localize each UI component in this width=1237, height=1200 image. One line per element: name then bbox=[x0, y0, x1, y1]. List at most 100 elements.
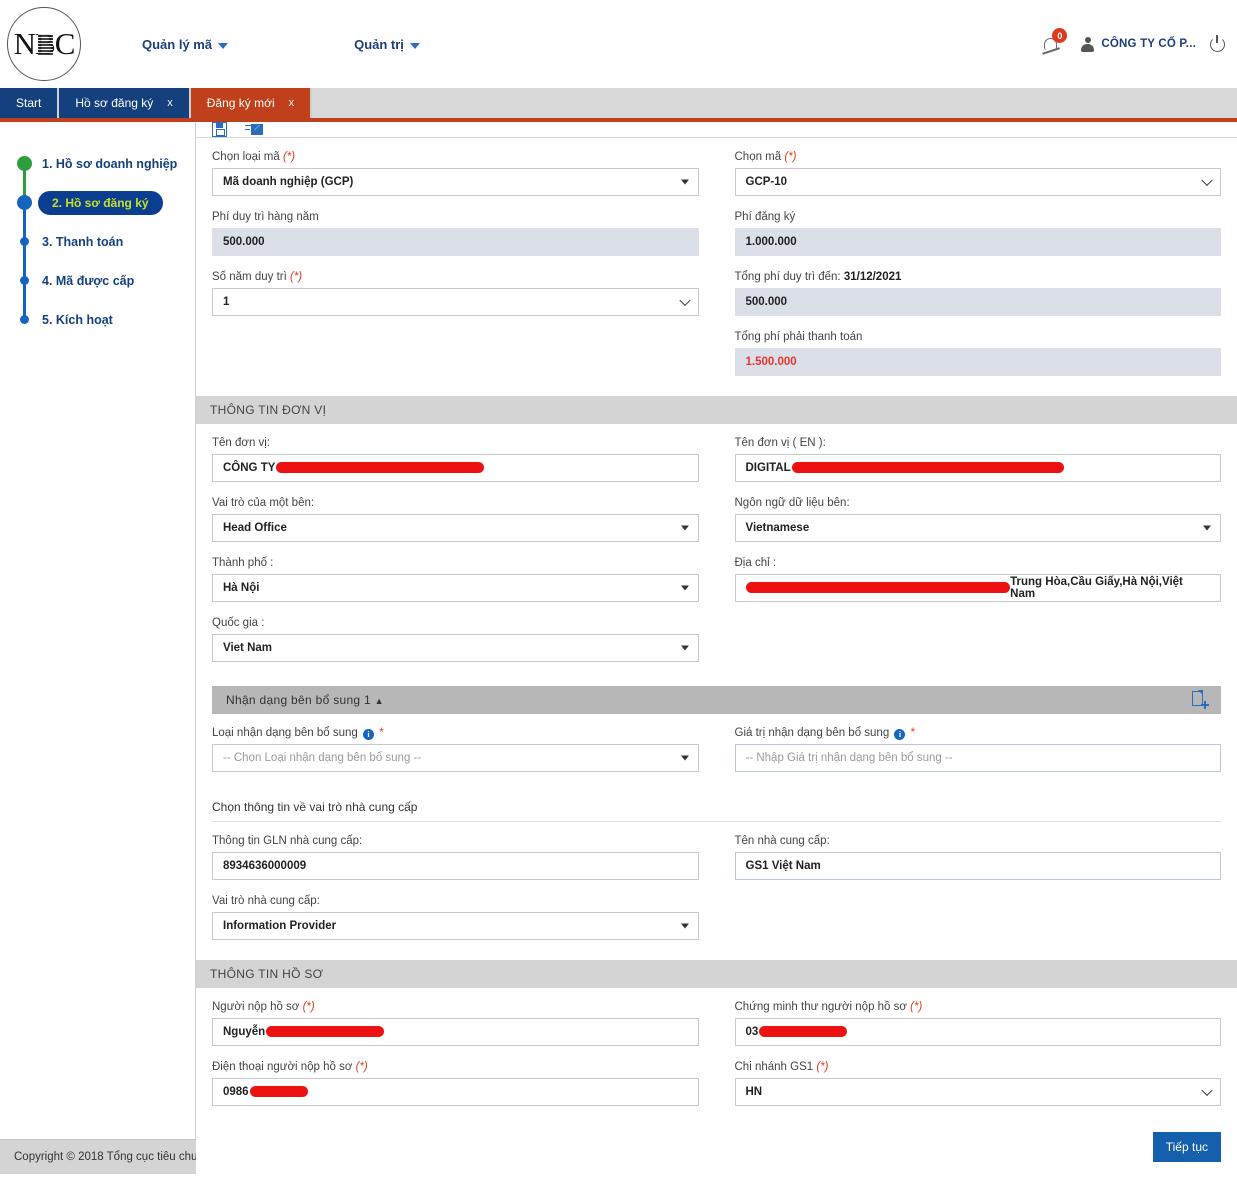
sidebar-step-5[interactable]: 5. Kích hoạt bbox=[0, 300, 195, 339]
main-area: 1. Hồ sơ doanh nghiệp 2. Hồ sơ đăng ký 3… bbox=[0, 122, 1237, 1176]
years-select[interactable]: 1 bbox=[212, 288, 699, 316]
select-value: GCP-10 bbox=[745, 176, 788, 188]
nav-item-quan-ly-ma[interactable]: Quản lý mã bbox=[134, 33, 236, 56]
field-registration-fee: Phí đăng ký 1.000.000 bbox=[734, 210, 1221, 256]
tab-dang-ky-moi[interactable]: Đăng ký mới x bbox=[190, 88, 313, 118]
info-icon[interactable]: i bbox=[363, 729, 375, 740]
supplier-role-select[interactable]: Information Provider bbox=[212, 912, 699, 940]
chevron-down-icon bbox=[218, 43, 229, 49]
chevron-down-icon bbox=[409, 43, 420, 49]
add-document-icon[interactable] bbox=[1192, 690, 1209, 709]
maintain-until-date: 31/12/2021 bbox=[843, 271, 902, 283]
required-marker: * bbox=[910, 727, 916, 739]
tab-ho-so-dang-ky[interactable]: Hồ sơ đăng ký x bbox=[59, 88, 191, 118]
language-select[interactable]: Vietnamese bbox=[734, 514, 1221, 542]
nav-item-quan-tri[interactable]: Quản trị bbox=[346, 33, 428, 56]
label-text: Tổng phí duy trì đến: bbox=[734, 271, 841, 283]
field-code-type: Chọn loại mã (*) Mã doanh nghiệp (GCP) bbox=[212, 150, 699, 196]
supplier-gln-input[interactable]: 8934636000009 bbox=[212, 852, 699, 880]
sidebar-step-1[interactable]: 1. Hồ sơ doanh nghiệp bbox=[0, 144, 195, 183]
gs1-branch-select[interactable]: HN bbox=[734, 1078, 1221, 1106]
select-value: 1 bbox=[223, 296, 230, 308]
profile-section-header: THÔNG TIN HỒ SƠ bbox=[196, 960, 1237, 988]
user-menu[interactable]: CÔNG TY CỔ P... bbox=[1081, 36, 1196, 52]
maintain-until-value: 500.000 bbox=[734, 288, 1221, 316]
step-dot bbox=[20, 315, 29, 324]
step-dot-active bbox=[17, 195, 32, 210]
field-supplier-name: Tên nhà cung cấp: GS1 Việt Nam bbox=[734, 834, 1221, 880]
redaction-bar bbox=[249, 1085, 308, 1097]
submitter-id-input[interactable]: 03 bbox=[734, 1018, 1221, 1046]
step-label: 3. Thanh toán bbox=[42, 234, 124, 249]
party-id-type-select[interactable]: -- Chọn Loại nhận dạng bên bổ sung -- bbox=[212, 744, 699, 772]
field-label: Phí đăng ký bbox=[734, 211, 796, 223]
info-icon[interactable]: i bbox=[894, 729, 906, 740]
step-label: 5. Kích hoạt bbox=[42, 312, 113, 327]
redaction-bar bbox=[266, 1025, 385, 1037]
send-email-icon[interactable] bbox=[245, 123, 263, 137]
field-supplier-role: Vai trò nhà cung cấp: Information Provid… bbox=[212, 894, 699, 940]
nav-item-label: Quản lý mã bbox=[142, 36, 213, 52]
input-value: Nguyễn bbox=[223, 1026, 266, 1038]
field-label: Chi nhánh GS1 (*) bbox=[735, 1060, 1222, 1074]
tab-label: Start bbox=[16, 96, 42, 110]
label-text: Loại nhận dạng bên bổ sung bbox=[212, 727, 358, 739]
field-maintain-until: Tổng phí duy trì đến: 31/12/2021 500.000 bbox=[734, 270, 1222, 316]
redaction-bar bbox=[276, 461, 485, 473]
field-label: Chọn loại mã (*) bbox=[212, 150, 699, 164]
continue-button[interactable]: Tiếp tục bbox=[1152, 1132, 1221, 1162]
sidebar-step-2[interactable]: 2. Hồ sơ đăng ký bbox=[0, 183, 195, 222]
required-marker: (*) bbox=[282, 151, 296, 163]
field-label: Tên đơn vị ( EN ): bbox=[734, 437, 826, 449]
field-label: Chứng minh thư người nộp hồ sơ (*) bbox=[735, 1000, 1222, 1014]
header-right-tools: 0 CÔNG TY CỔ P... bbox=[1041, 28, 1237, 58]
sidebar-step-4[interactable]: 4. Mã được cấp bbox=[0, 261, 195, 300]
field-party-role: Vai trò của một bên: Head Office bbox=[212, 496, 699, 542]
submitter-phone-input[interactable]: 0986 bbox=[212, 1078, 699, 1106]
chevron-down-icon bbox=[680, 179, 689, 185]
country-select[interactable]: Viet Nam bbox=[212, 634, 699, 662]
party-id-value-input[interactable]: -- Nhập Giá trị nhận dạng bên bổ sung -- bbox=[734, 744, 1221, 772]
field-label: Tên đơn vị: bbox=[212, 437, 271, 449]
collapse-triangle-icon[interactable]: ▲ bbox=[375, 696, 384, 706]
logout-button[interactable] bbox=[1210, 34, 1225, 52]
save-icon[interactable] bbox=[212, 122, 227, 137]
field-submitter-phone: Điện thoại người nộp hồ sơ (*) 0986 bbox=[212, 1060, 699, 1106]
chevron-down-icon bbox=[680, 755, 689, 761]
field-address: Địa chỉ : Trung Hòa,Cầu Giấy,Hà Nội,Việt… bbox=[734, 556, 1221, 602]
label-text: Chi nhánh GS1 bbox=[734, 1061, 814, 1073]
city-select[interactable]: Hà Nội bbox=[212, 574, 699, 602]
label-text: Số năm duy trì bbox=[212, 271, 287, 283]
code-select[interactable]: GCP-10 bbox=[734, 168, 1221, 196]
submitter-input[interactable]: Nguyễn bbox=[212, 1018, 699, 1046]
supplier-name-input[interactable]: GS1 Việt Nam bbox=[734, 852, 1221, 880]
org-section-body: Tên đơn vị: CÔNG TY Vai trò của một bên:… bbox=[196, 424, 1237, 954]
org-name-en-input[interactable]: DIGITAL bbox=[734, 454, 1221, 482]
field-label: Giá trị nhận dạng bên bổ sung i * bbox=[735, 726, 1222, 740]
tab-close-icon[interactable]: x bbox=[167, 97, 173, 109]
input-value: CÔNG TY bbox=[223, 462, 276, 474]
required-marker: (*) bbox=[784, 151, 797, 163]
party-id-panel-header[interactable]: Nhận dạng bên bổ sung 1 ▲ bbox=[212, 686, 1221, 714]
code-type-select[interactable]: Mã doanh nghiệp (GCP) bbox=[212, 168, 699, 196]
party-role-select[interactable]: Head Office bbox=[212, 514, 699, 542]
notifications-button[interactable]: 0 bbox=[1041, 28, 1068, 58]
logo-container: NBC bbox=[0, 7, 88, 81]
tab-start[interactable]: Start bbox=[0, 88, 60, 118]
field-label: Thành phố : bbox=[212, 557, 274, 569]
form-scroll-area: Chọn loại mã (*) Mã doanh nghiệp (GCP) P… bbox=[196, 138, 1237, 1176]
address-input[interactable]: Trung Hòa,Cầu Giấy,Hà Nội,Việt Nam bbox=[734, 574, 1221, 602]
field-org-name-en: Tên đơn vị ( EN ): DIGITAL bbox=[734, 436, 1221, 482]
step-sidebar: 1. Hồ sơ doanh nghiệp 2. Hồ sơ đăng ký 3… bbox=[0, 122, 196, 1139]
field-label: Quốc gia : bbox=[212, 617, 265, 629]
step-dot bbox=[20, 237, 29, 246]
panel-title: Nhận dạng bên bổ sung 1 ▲ bbox=[226, 693, 384, 707]
fee-section: Chọn loại mã (*) Mã doanh nghiệp (GCP) P… bbox=[196, 138, 1237, 390]
label-text: Chứng minh thư người nộp hồ sơ bbox=[734, 1001, 907, 1013]
form-content: Chọn loại mã (*) Mã doanh nghiệp (GCP) P… bbox=[196, 122, 1237, 1176]
tab-close-icon[interactable]: x bbox=[289, 97, 295, 109]
field-label: Tên nhà cung cấp: bbox=[734, 835, 830, 847]
field-label: Tổng phí duy trì đến: 31/12/2021 bbox=[735, 270, 1222, 284]
org-name-input[interactable]: CÔNG TY bbox=[212, 454, 699, 482]
sidebar-step-3[interactable]: 3. Thanh toán bbox=[0, 222, 195, 261]
